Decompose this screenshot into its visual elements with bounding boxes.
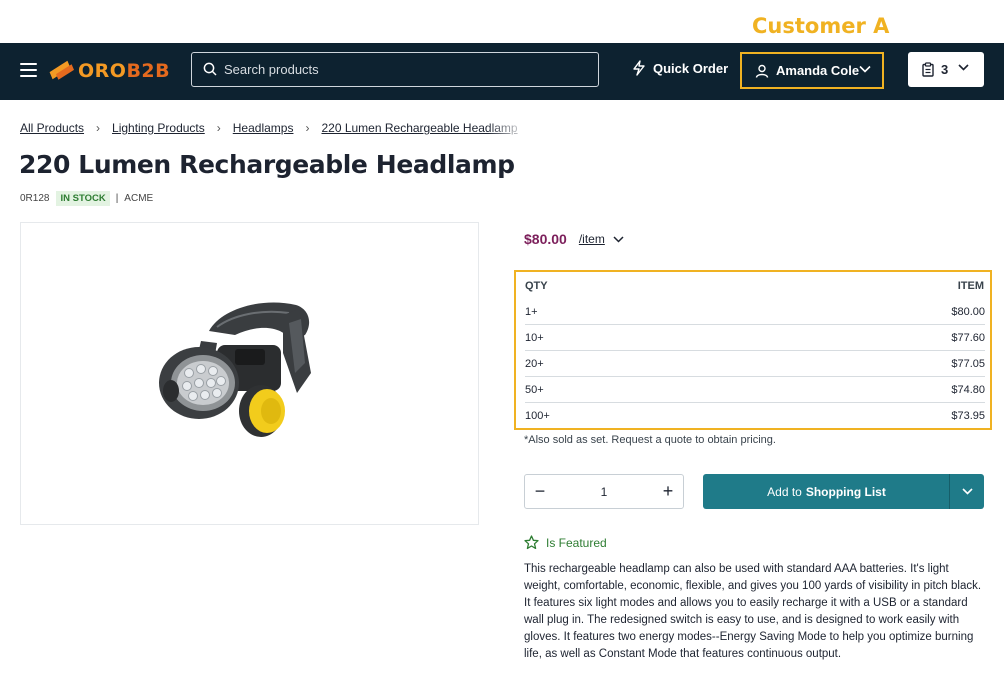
add-options-dropdown[interactable] [950, 474, 984, 509]
product-sku: 0R128 [20, 193, 50, 204]
tier-price: $77.05 [951, 357, 985, 370]
product-meta: 0R128 IN STOCK | ACME [20, 191, 153, 206]
product-description: This rechargeable headlamp can also be u… [524, 563, 982, 660]
add-to-shopping-list-button[interactable]: Add to Shopping List [703, 474, 984, 509]
top-header: OROB2B Quick Order Amanda Cole 3 [0, 43, 1004, 100]
table-row: 20+ $77.05 [525, 351, 985, 377]
qty-header: QTY [525, 280, 548, 292]
search-input[interactable] [224, 53, 584, 86]
tier-qty: 20+ [525, 357, 544, 370]
price-amount: $80.00 [524, 231, 567, 247]
logo-mark-icon [49, 60, 75, 82]
featured-label: Is Featured [546, 535, 607, 550]
search-icon [203, 62, 217, 76]
menu-icon[interactable] [20, 63, 37, 77]
tier-qty: 1+ [525, 305, 538, 318]
breadcrumb-current: 220 Lumen Rechargeable Headlamp [321, 121, 518, 135]
unit-selector[interactable]: /item [579, 232, 605, 246]
tier-price: $74.80 [951, 383, 985, 396]
featured-badge: Is Featured [524, 535, 607, 550]
product-image[interactable] [20, 222, 479, 525]
table-row: 100+ $73.95 [525, 403, 985, 429]
table-row: 1+ $80.00 [525, 299, 985, 325]
chevron-down-icon[interactable] [613, 235, 624, 243]
breadcrumb-link[interactable]: All Products [20, 121, 84, 135]
search-box [191, 52, 599, 87]
chevron-right-icon: › [216, 121, 221, 135]
tier-price: $77.60 [951, 331, 985, 344]
product-brand: ACME [124, 193, 154, 204]
minus-icon[interactable]: − [525, 475, 555, 508]
breadcrumb: All Products › Lighting Products › Headl… [20, 121, 529, 135]
product-price: $80.00 /item [524, 231, 624, 247]
star-icon [524, 535, 539, 550]
table-row: 10+ $77.60 [525, 325, 985, 351]
customer-annotation: Customer A [752, 14, 890, 38]
tier-price: $80.00 [951, 305, 985, 318]
breadcrumb-link[interactable]: Lighting Products [112, 121, 205, 135]
customer-name: Amanda Cole [776, 63, 860, 78]
quantity-input[interactable]: 1 [555, 485, 653, 499]
price-tier-table: QTY ITEM 1+ $80.00 10+ $77.60 20+ $77.05 50… [514, 270, 992, 430]
tier-qty: 10+ [525, 331, 544, 344]
tier-qty: 50+ [525, 383, 544, 396]
quick-order-label: Quick Order [653, 60, 729, 76]
quick-order-button[interactable]: Quick Order [632, 60, 728, 76]
user-icon [755, 64, 769, 78]
logo-text: OROB2B [78, 60, 171, 82]
table-row: 50+ $74.80 [525, 377, 985, 403]
chevron-right-icon: › [305, 121, 310, 135]
lightning-icon [633, 60, 645, 76]
chevron-down-icon [859, 65, 871, 73]
clipboard-icon [922, 62, 934, 77]
tier-table-header: QTY ITEM [525, 280, 984, 292]
shopping-list-count: 3 [941, 62, 949, 77]
logo[interactable]: OROB2B [49, 55, 171, 87]
headlamp-image [159, 302, 311, 437]
add-button-label: Add to Shopping List [767, 484, 886, 499]
meta-divider: | [115, 193, 119, 204]
quantity-stepper: − 1 + [524, 474, 684, 509]
shopping-list-button[interactable]: 3 [908, 52, 984, 87]
tier-price: $73.95 [951, 410, 985, 422]
chevron-down-icon [958, 64, 969, 71]
page-title: 220 Lumen Rechargeable Headlamp [19, 150, 515, 179]
tier-qty: 100+ [525, 410, 550, 422]
set-note: *Also sold as set. Request a quote to ob… [524, 434, 776, 446]
chevron-right-icon: › [96, 121, 101, 135]
chevron-down-icon [961, 488, 973, 495]
customer-menu-button[interactable]: Amanda Cole [740, 52, 884, 89]
unit-header: ITEM [957, 280, 984, 292]
breadcrumb-link[interactable]: Headlamps [233, 121, 294, 135]
plus-icon[interactable]: + [653, 475, 683, 508]
stock-badge: IN STOCK [56, 191, 110, 206]
